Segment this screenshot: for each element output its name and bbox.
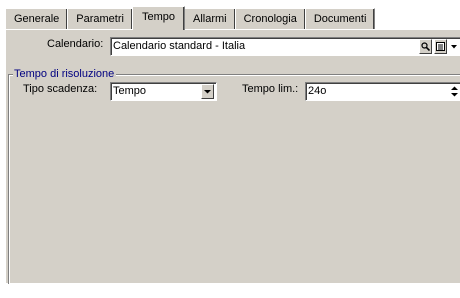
tab-strip: Generale Parametri Tempo Allarmi Cronolo… xyxy=(5,6,376,30)
time-limit-field[interactable]: 24o xyxy=(305,82,460,101)
tab-tempo[interactable]: Tempo xyxy=(131,6,185,30)
time-limit-spinner[interactable] xyxy=(449,84,459,99)
resolution-group-frame xyxy=(8,74,460,284)
tab-cronologia[interactable]: Cronologia xyxy=(234,8,306,29)
calendar-row: Calendario: xyxy=(47,38,103,50)
chevron-down-icon[interactable] xyxy=(449,39,459,54)
tab-parametri[interactable]: Parametri xyxy=(67,8,133,29)
time-limit-label: Tempo lim.: xyxy=(242,83,299,95)
chevron-up-icon[interactable] xyxy=(449,84,459,91)
tab-allarmi[interactable]: Allarmi xyxy=(183,8,236,29)
calendar-value: Calendario standard - Italia xyxy=(113,40,246,52)
chevron-down-icon[interactable] xyxy=(201,84,214,99)
resolution-group-title: Tempo di risoluzione xyxy=(13,67,117,81)
deadline-type-select[interactable]: Tempo xyxy=(110,82,217,101)
deadline-type-label: Tipo scadenza: xyxy=(23,83,98,95)
time-limit-value: 24o xyxy=(308,85,327,97)
time-limit-row: Tempo lim.: xyxy=(242,83,298,95)
calendar-field[interactable]: Calendario standard - Italia xyxy=(110,37,460,56)
deadline-type-value: Tempo xyxy=(113,85,147,97)
tab-documenti[interactable]: Documenti xyxy=(304,8,376,29)
tab-panel-tempo: Calendario: Calendario standard - Italia… xyxy=(5,29,460,284)
search-icon[interactable] xyxy=(419,39,432,54)
list-icon[interactable] xyxy=(434,39,447,54)
tab-generale[interactable]: Generale xyxy=(5,8,69,29)
calendar-label: Calendario: xyxy=(47,38,104,50)
chevron-down-icon[interactable] xyxy=(449,91,459,98)
deadline-type-row: Tipo scadenza: xyxy=(23,83,97,95)
